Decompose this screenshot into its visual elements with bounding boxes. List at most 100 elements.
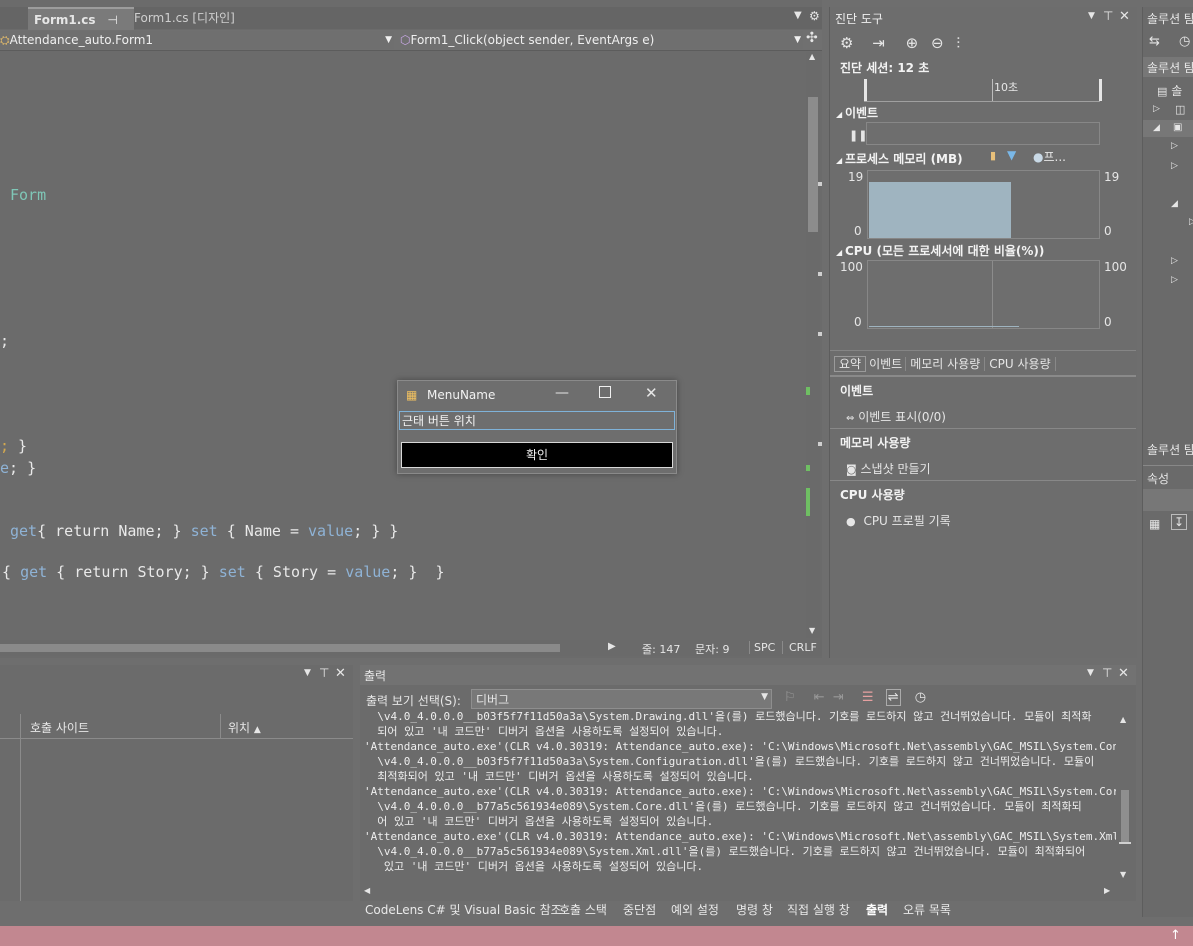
zoom-in-icon[interactable]: ⊕ [906,34,919,52]
memory-graph[interactable] [867,170,1100,239]
cpu-graph[interactable] [867,260,1100,329]
tab-events[interactable]: 이벤트 [866,357,907,371]
expand-icon[interactable]: ▷ [1171,141,1178,151]
menu-name-input[interactable] [399,411,675,430]
gear-icon[interactable]: ⚙ [840,34,853,52]
scroll-right-icon[interactable]: ▶ [1104,886,1110,895]
solution-explorer-tab[interactable]: 솔루션 탐 [1147,441,1193,458]
timeline-end-handle[interactable] [1099,79,1102,101]
output-line: \v4.0_4.0.0.0__b03f5f7f11d50a3a\System.D… [364,710,1092,723]
scroll-thumb[interactable] [808,97,818,232]
output-vertical-scrollbar[interactable]: ▲ ▼ [1119,715,1131,881]
output-text[interactable]: \v4.0_4.0.0.0__b03f5f7f11d50a3a\System.D… [364,709,1116,883]
class-combo[interactable]: ⛭Attendance_auto.Form1 ▼ [0,31,394,49]
scroll-right-icon[interactable]: ▶ [608,641,616,652]
code-editor[interactable]: Form1.cs ⊣ ✕ Form1.cs [디자인] ▼ ⚙ ⛭Attenda… [0,0,822,658]
chevron-down-icon[interactable]: ▼ [794,31,801,49]
tab-summary[interactable]: 요약 [834,356,867,372]
dropdown-icon[interactable]: ▼ [1087,668,1094,678]
tab-command-window[interactable]: 명령 창 [736,900,773,920]
minimize-button[interactable]: — [555,385,569,401]
sync-icon[interactable]: ⇆ [1149,34,1160,49]
categorized-icon[interactable]: ▦ [1149,517,1160,531]
col-position[interactable]: 위치 ▲ [228,719,261,736]
tab-list-dropdown-icon[interactable]: ▼ [794,10,802,21]
timeline-ruler[interactable]: 10초 [864,79,1102,102]
tab-call-stack[interactable]: 호출 스택 [559,900,607,920]
clock-icon[interactable]: ◷ [915,690,926,705]
collapse-icon[interactable]: ◢ [1153,123,1160,133]
show-events-link[interactable]: ⇔ 이벤트 표시(0/0) [846,408,946,425]
editor-vertical-scrollbar[interactable]: ▲ ▼ [806,52,822,638]
close-icon[interactable]: ✕ [1118,666,1129,681]
find-message-icon[interactable]: ⚐ [784,690,796,705]
scroll-left-icon[interactable]: ◀ [364,886,370,895]
tab-memory[interactable]: 메모리 사용량 [906,357,986,371]
tab-codelens[interactable]: CodeLens C# 및 Visual Basic 참조 [365,900,562,920]
publish-arrow-icon[interactable]: ↑ [1170,928,1181,943]
collapse-icon[interactable]: ◢ [1171,199,1178,209]
output-source-select[interactable]: 디버그 ▼ [471,689,772,709]
scroll-up-icon[interactable]: ▲ [1120,715,1126,724]
split-icon[interactable]: ✣ [806,30,818,46]
scroll-thumb[interactable] [1121,790,1129,842]
col-call-site[interactable]: 호출 사이트 [30,719,89,736]
gear-icon[interactable]: ⚙ [809,9,820,23]
pin-icon[interactable]: ⊤ [1103,9,1113,23]
selected-node[interactable] [1143,120,1193,137]
dropdown-icon[interactable]: ▼ [304,668,311,678]
dialog-titlebar[interactable]: ▦ MenuName — ✕ [398,381,676,409]
close-icon[interactable]: ✕ [335,666,346,681]
output-horizontal-scrollbar[interactable]: ◀ ▶ [364,886,1116,898]
member-combo[interactable]: ⬡Form1_Click(object sender, EventArgs e)… [400,31,803,49]
tab-cpu[interactable]: CPU 사용량 [985,357,1056,371]
chevron-down-icon[interactable]: ▼ [385,31,392,49]
events-track[interactable] [866,122,1100,145]
zoom-out-icon[interactable]: ⊖ [931,34,944,52]
tab-error-list[interactable]: 오류 목록 [903,900,951,920]
maximize-button[interactable] [599,386,611,398]
next-message-icon[interactable]: ⇥ [833,690,844,705]
tab-breakpoints[interactable]: 중단점 [623,900,656,920]
history-icon[interactable]: ◷ [1179,34,1190,49]
scroll-up-icon[interactable]: ▲ [809,52,815,61]
expand-icon[interactable]: ▷ [1171,275,1178,285]
timeline-start-handle[interactable] [864,79,867,101]
pause-icon[interactable]: ❚❚ [849,129,867,142]
memory-header[interactable]: ◢ 프로세스 메모리 (MB) [836,150,963,167]
pin-icon[interactable]: ⊤ [1102,666,1112,680]
reset-zoom-icon[interactable]: ⫶ [956,34,960,52]
close-button[interactable]: ✕ [645,384,658,402]
expand-icon[interactable]: ▷ [1189,217,1193,227]
properties-object-combo[interactable] [1143,489,1193,511]
tab-form1-cs[interactable]: Form1.cs ⊣ ✕ [28,7,134,50]
solution-node[interactable]: ▤ 솔 [1157,82,1182,99]
chevron-down-icon[interactable]: ▼ [761,692,768,702]
alphabetical-icon[interactable]: ↧ [1171,514,1188,530]
pin-icon[interactable]: ⊣ [107,13,117,27]
close-icon[interactable]: ✕ [1119,9,1130,24]
confirm-button[interactable]: 확인 [401,442,673,468]
tab-immediate-window[interactable]: 직접 실행 창 [787,900,850,920]
expand-icon[interactable]: ▷ [1153,104,1160,114]
tab-output[interactable]: 출력 [866,900,888,920]
scroll-down-icon[interactable]: ▼ [809,626,815,635]
expand-icon[interactable]: ▷ [1171,161,1178,171]
horizontal-scroll-thumb[interactable] [0,644,560,652]
tab-form1-designer[interactable]: Form1.cs [디자인] [128,7,241,29]
events-header[interactable]: ◢ 이벤트 [836,104,878,121]
tab-exception-settings[interactable]: 예외 설정 [671,900,719,920]
dropdown-icon[interactable]: ▼ [1088,11,1095,21]
clear-all-icon[interactable]: ☰ [862,690,874,705]
take-snapshot-button[interactable]: ◙ 스냅샷 만들기 [846,460,931,477]
scroll-down-icon[interactable]: ▼ [1120,870,1126,879]
word-wrap-icon[interactable]: ⇌ [885,689,901,706]
pin-icon[interactable]: ⊤ [319,666,329,680]
export-icon[interactable]: ⇥ [872,34,885,52]
prev-message-icon[interactable]: ⇤ [814,690,825,705]
solution-search[interactable]: 솔루션 탐 [1143,57,1193,77]
cpu-header[interactable]: ◢ CPU (모든 프로세서에 대한 비율(%)) [836,242,1044,259]
project-icon: ◫ [1175,103,1186,116]
expand-icon[interactable]: ▷ [1171,256,1178,266]
record-cpu-profile-button[interactable]: ● CPU 프로필 기록 [846,512,951,529]
